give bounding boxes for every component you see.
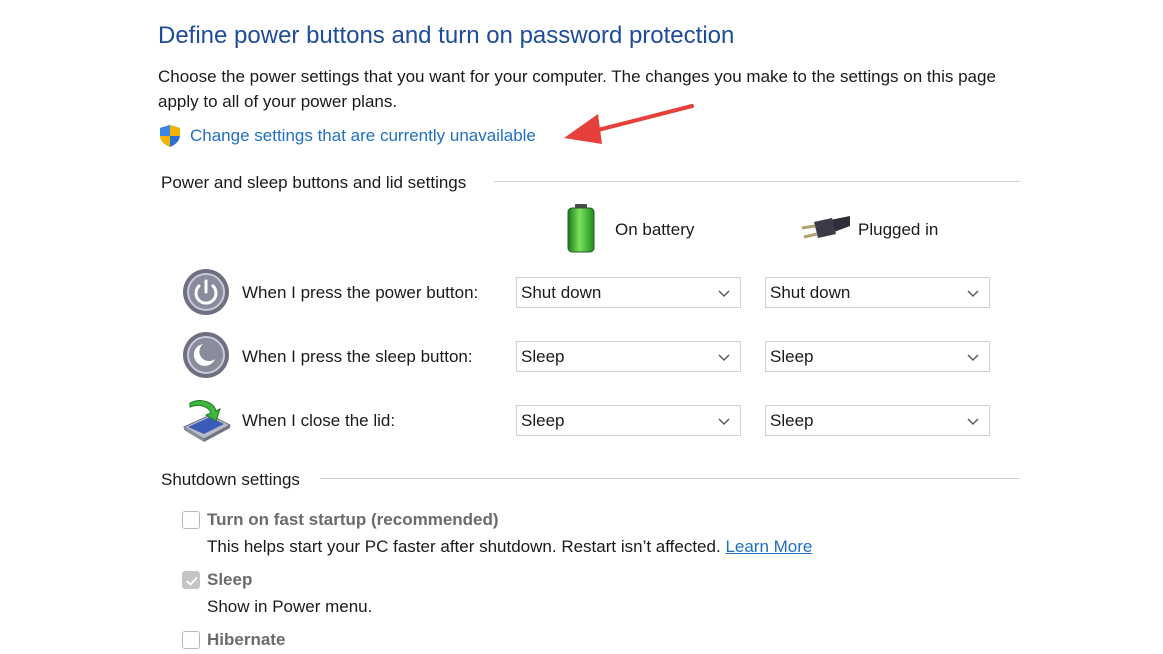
chevron-down-icon	[718, 418, 730, 425]
chevron-down-icon	[967, 418, 979, 425]
power-section-heading: Power and sleep buttons and lid settings	[161, 173, 477, 193]
hibernate-label: Hibernate	[207, 630, 286, 649]
select-value: Sleep	[770, 411, 814, 430]
section-divider	[494, 181, 1020, 182]
shutdown-section-heading: Shutdown settings	[161, 470, 310, 490]
chevron-down-icon	[718, 354, 730, 361]
on-battery-header: On battery	[615, 220, 695, 239]
power-button-plugged-select[interactable]: Shut down	[765, 277, 990, 308]
power-button-label: When I press the power button:	[242, 283, 479, 302]
checkmark-icon	[186, 576, 198, 586]
select-value: Sleep	[521, 411, 565, 430]
annotation-arrow-icon	[564, 104, 694, 144]
plugged-in-header: Plugged in	[858, 220, 939, 239]
uac-shield-icon	[160, 125, 180, 147]
power-icon	[183, 269, 229, 315]
plug-icon	[801, 216, 850, 239]
close-lid-label: When I close the lid:	[242, 411, 396, 430]
section-divider	[320, 478, 1020, 479]
chevron-down-icon	[967, 354, 979, 361]
battery-icon	[567, 204, 595, 253]
hibernate-checkbox[interactable]	[182, 631, 200, 649]
sleep-menu-label: Sleep	[207, 570, 253, 589]
power-button-battery-select[interactable]: Shut down	[516, 277, 741, 308]
change-settings-link[interactable]: Change settings that are currently unava…	[190, 126, 536, 146]
learn-more-link[interactable]: Learn More	[725, 537, 812, 556]
laptop-lid-icon	[182, 400, 232, 442]
select-value: Sleep	[521, 347, 565, 366]
select-value: Shut down	[521, 283, 602, 302]
fast-startup-checkbox[interactable]	[182, 511, 200, 529]
sleep-icon	[183, 332, 229, 378]
chevron-down-icon	[967, 290, 979, 297]
fast-startup-description: This helps start your PC faster after sh…	[207, 537, 812, 557]
sleep-menu-description: Show in Power menu.	[207, 597, 373, 616]
fast-startup-label: Turn on fast startup (recommended)	[207, 510, 499, 529]
select-value: Sleep	[770, 347, 814, 366]
sleep-button-plugged-select[interactable]: Sleep	[765, 341, 990, 372]
close-lid-battery-select[interactable]: Sleep	[516, 405, 741, 436]
close-lid-plugged-select[interactable]: Sleep	[765, 405, 990, 436]
sleep-button-battery-select[interactable]: Sleep	[516, 341, 741, 372]
sleep-button-label: When I press the sleep button:	[242, 347, 473, 366]
page-title: Define power buttons and turn on passwor…	[158, 22, 735, 49]
chevron-down-icon	[718, 290, 730, 297]
sleep-menu-checkbox[interactable]	[182, 571, 200, 589]
fast-startup-description-text: This helps start your PC faster after sh…	[207, 537, 721, 556]
select-value: Shut down	[770, 283, 851, 302]
